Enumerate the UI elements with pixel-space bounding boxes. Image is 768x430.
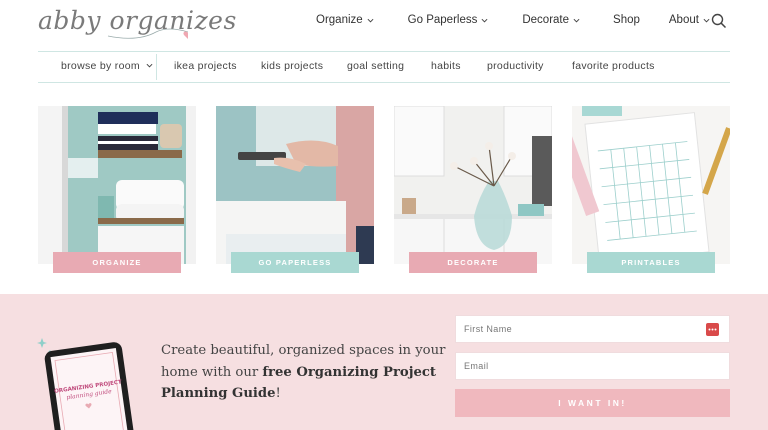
subnav-habits[interactable]: habits: [431, 60, 461, 72]
tile-printables-image[interactable]: [572, 106, 730, 264]
nav-decorate[interactable]: Decorate: [522, 14, 580, 26]
phone-scanning-photo: [216, 106, 374, 264]
tile-decorate-image[interactable]: [394, 106, 552, 264]
chevron-down-icon: [481, 18, 488, 22]
optin-description: Create beautiful, organized spaces in yo…: [161, 340, 451, 405]
tile-label-organize[interactable]: ORGANIZE: [53, 252, 181, 273]
chevron-down-icon: [573, 18, 580, 22]
kitchen-vase-photo: [394, 106, 552, 264]
nav-label: About: [668, 14, 699, 26]
optin-text-end: !: [275, 386, 281, 401]
chevron-down-icon: [703, 18, 710, 22]
sparkle-icon: [37, 338, 52, 354]
nav-go-paperless[interactable]: Go Paperless: [408, 14, 489, 26]
main-nav: Organize Go Paperless Decorate Shop Abou…: [316, 14, 710, 26]
ebook-tablet-mockup: ORGANIZING PROJECT planning guide: [37, 338, 134, 430]
linen-closet-photo: [38, 106, 196, 264]
browse-by-room-dropdown[interactable]: browse by room: [61, 60, 153, 72]
nav-about[interactable]: About: [669, 14, 710, 26]
sub-nav: browse by room ikea projects kids projec…: [0, 54, 768, 80]
tile-label-go-paperless[interactable]: GO PAPERLESS: [231, 252, 359, 273]
subnav-kids-projects[interactable]: kids projects: [261, 60, 323, 72]
subnav-favorite-products[interactable]: favorite products: [572, 60, 655, 72]
nav-label: Organize: [316, 14, 363, 26]
autofill-icon[interactable]: [706, 323, 719, 336]
nav-label: Shop: [613, 14, 640, 26]
site-logo[interactable]: abby organizes: [38, 2, 236, 46]
tile-label-decorate[interactable]: DECORATE: [409, 252, 537, 273]
nav-shop[interactable]: Shop: [613, 14, 640, 26]
email-field[interactable]: Email: [455, 352, 730, 380]
nav-label: Go Paperless: [407, 14, 478, 26]
search-icon[interactable]: [711, 13, 727, 29]
tile-organize-image[interactable]: [38, 106, 196, 264]
subnav-ikea-projects[interactable]: ikea projects: [174, 60, 237, 72]
i-want-in-button[interactable]: I WANT IN!: [455, 389, 730, 417]
email-placeholder: Email: [464, 361, 489, 371]
subnav-productivity[interactable]: productivity: [487, 60, 544, 72]
tile-label-printables[interactable]: PRINTABLES: [587, 252, 715, 273]
first-name-placeholder: First Name: [464, 324, 513, 334]
chevron-down-icon: [146, 63, 153, 68]
sub-nav-divider: [156, 54, 157, 80]
nav-organize[interactable]: Organize: [316, 14, 374, 26]
calendar-printable-photo: [572, 106, 730, 264]
first-name-field[interactable]: First Name: [455, 315, 730, 343]
logo-heart-flourish: [107, 28, 188, 39]
subnav-goal-setting[interactable]: goal setting: [347, 60, 404, 72]
browse-label: browse by room: [61, 60, 140, 72]
nav-divider-bottom: [38, 82, 730, 83]
chevron-down-icon: [367, 18, 374, 22]
tile-go-paperless-image[interactable]: [216, 106, 374, 264]
nav-divider-top: [38, 51, 730, 52]
nav-label: Decorate: [522, 14, 570, 26]
